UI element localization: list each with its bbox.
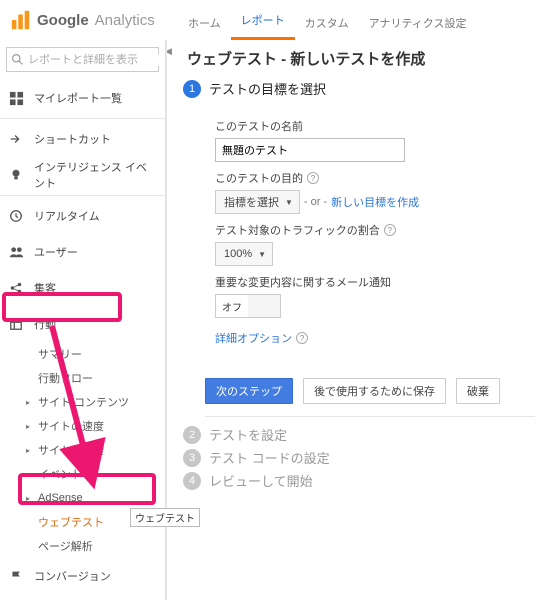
logo: Google Analytics bbox=[10, 9, 155, 31]
step-4-label: レビューして開始 bbox=[209, 471, 313, 490]
traffic-select[interactable]: 100% ▼ bbox=[215, 242, 273, 266]
caret-down-icon: ▼ bbox=[258, 250, 266, 259]
sub-page-analysis[interactable]: ページ解析 bbox=[24, 534, 165, 558]
save-later-button[interactable]: 後で使用するために保存 bbox=[303, 378, 446, 404]
step-2-header[interactable]: 2 テストを設定 bbox=[183, 425, 535, 444]
logo-text-1: Google bbox=[37, 12, 89, 29]
step-3-header[interactable]: 3 テスト コードの設定 bbox=[183, 448, 535, 467]
tab-custom[interactable]: カスタム bbox=[295, 5, 359, 40]
nav-behavior[interactable]: 行動 bbox=[0, 306, 165, 342]
share-icon bbox=[8, 280, 24, 296]
step-1-body: このテストの名前 このテストの目的 ? 指標を選択 ▼ - or - 新しい目標… bbox=[205, 102, 535, 366]
details-options-link[interactable]: 詳細オプション bbox=[215, 330, 292, 346]
analytics-logo-icon bbox=[10, 9, 32, 31]
sub-event[interactable]: ▸イベント bbox=[24, 462, 165, 486]
step-2-label: テストを設定 bbox=[209, 425, 287, 444]
step-1-label: テストの目標を選択 bbox=[209, 79, 326, 98]
nav-label: コンバージョン bbox=[34, 568, 111, 584]
nav-shortcut[interactable]: ショートカット bbox=[0, 121, 165, 157]
page-title: ウェブテスト - 新しいテストを作成 bbox=[187, 48, 535, 69]
objective-label: このテストの目的 ? bbox=[215, 170, 525, 186]
sub-site-speed[interactable]: ▸サイトの速度 bbox=[24, 414, 165, 438]
step-4-header[interactable]: 4 レビューして開始 bbox=[183, 471, 535, 490]
step-num-4: 4 bbox=[183, 472, 201, 490]
logo-text-2: Analytics bbox=[95, 12, 155, 29]
help-icon[interactable]: ? bbox=[296, 332, 308, 344]
arrow-icon bbox=[8, 131, 24, 147]
step-1-header[interactable]: 1 テストの目標を選択 bbox=[183, 79, 535, 98]
next-button[interactable]: 次のステップ bbox=[205, 378, 293, 404]
step-num-3: 3 bbox=[183, 449, 201, 467]
sub-summary[interactable]: サマリー bbox=[24, 342, 165, 366]
dashboard-icon bbox=[8, 90, 24, 106]
help-icon[interactable]: ? bbox=[307, 172, 319, 184]
step-num-2: 2 bbox=[183, 426, 201, 444]
test-name-input[interactable] bbox=[215, 138, 405, 162]
nav-label: 集客 bbox=[34, 280, 56, 296]
sub-site-search[interactable]: ▸サイト内検索 bbox=[24, 438, 165, 462]
caret-icon: ▸ bbox=[26, 470, 34, 479]
help-icon[interactable]: ? bbox=[384, 224, 396, 236]
clock-icon bbox=[8, 208, 24, 224]
caret-icon: ▸ bbox=[26, 446, 34, 455]
flag-icon bbox=[8, 568, 24, 584]
tab-report[interactable]: レポート bbox=[231, 2, 295, 40]
nav-acquisition[interactable]: 集客 bbox=[0, 270, 165, 306]
nav-label: リアルタイム bbox=[34, 208, 100, 224]
caret-down-icon: ▼ bbox=[285, 198, 293, 207]
tab-home[interactable]: ホーム bbox=[178, 5, 231, 40]
toggle-off-label: オフ bbox=[216, 295, 248, 317]
caret-icon: ▸ bbox=[26, 398, 34, 407]
nav-realtime[interactable]: リアルタイム bbox=[0, 198, 165, 234]
sub-adsense[interactable]: ▸AdSense bbox=[24, 486, 165, 510]
or-text: - or - bbox=[304, 196, 327, 208]
header-tabs: ホーム レポート カスタム アナリティクス設定 bbox=[178, 0, 476, 40]
collapse-handle-icon[interactable]: ◀ bbox=[166, 46, 172, 57]
sub-flow[interactable]: 行動フロー bbox=[24, 366, 165, 390]
caret-icon: ▸ bbox=[26, 422, 34, 431]
sidebar: マイレポート一覧 ショートカット インテリジェンス イベント リアルタイム ユー… bbox=[0, 40, 166, 600]
nav-conversion[interactable]: コンバージョン bbox=[0, 558, 165, 594]
behavior-icon bbox=[8, 316, 24, 332]
new-objective-link[interactable]: 新しい目標を作成 bbox=[331, 194, 419, 210]
sidebar-search-input[interactable] bbox=[28, 54, 166, 66]
sub-webtest[interactable]: ウェブテスト bbox=[24, 510, 165, 534]
step-num-1: 1 bbox=[183, 80, 201, 98]
behavior-submenu: サマリー 行動フロー ▸サイト コンテンツ ▸サイトの速度 ▸サイト内検索 ▸イ… bbox=[0, 342, 165, 558]
sub-site-content[interactable]: ▸サイト コンテンツ bbox=[24, 390, 165, 414]
tab-settings[interactable]: アナリティクス設定 bbox=[359, 5, 477, 40]
button-row: 次のステップ 後で使用するために保存 破棄 bbox=[205, 378, 535, 404]
toggle-handle bbox=[248, 295, 280, 317]
name-label: このテストの名前 bbox=[215, 118, 525, 134]
notify-toggle[interactable]: オフ bbox=[215, 294, 281, 318]
search-icon bbox=[11, 53, 24, 67]
sidebar-search[interactable] bbox=[6, 47, 159, 72]
nav-label: 行動 bbox=[34, 316, 56, 332]
step-3-label: テスト コードの設定 bbox=[209, 448, 330, 467]
nav-label: ユーザー bbox=[34, 244, 78, 260]
objective-select[interactable]: 指標を選択 ▼ bbox=[215, 190, 300, 214]
nav-label: ショートカット bbox=[34, 131, 111, 147]
caret-icon: ▸ bbox=[26, 494, 34, 503]
content-area: ◀ ウェブテスト - 新しいテストを作成 1 テストの目標を選択 このテストの名… bbox=[166, 40, 547, 600]
discard-button[interactable]: 破棄 bbox=[456, 378, 500, 404]
nav-user[interactable]: ユーザー bbox=[0, 234, 165, 270]
nav-label: マイレポート一覧 bbox=[34, 90, 122, 106]
nav-intelligence[interactable]: インテリジェンス イベント bbox=[0, 157, 165, 193]
people-icon bbox=[8, 244, 24, 260]
nav-label: インテリジェンス イベント bbox=[34, 159, 157, 191]
app-header: Google Analytics ホーム レポート カスタム アナリティクス設定 bbox=[0, 0, 547, 40]
notify-label: 重要な変更内容に関するメール通知 bbox=[215, 274, 525, 290]
traffic-label: テスト対象のトラフィックの割合 ? bbox=[215, 222, 525, 238]
nav-myreport[interactable]: マイレポート一覧 bbox=[0, 80, 165, 116]
bulb-icon bbox=[8, 167, 24, 183]
